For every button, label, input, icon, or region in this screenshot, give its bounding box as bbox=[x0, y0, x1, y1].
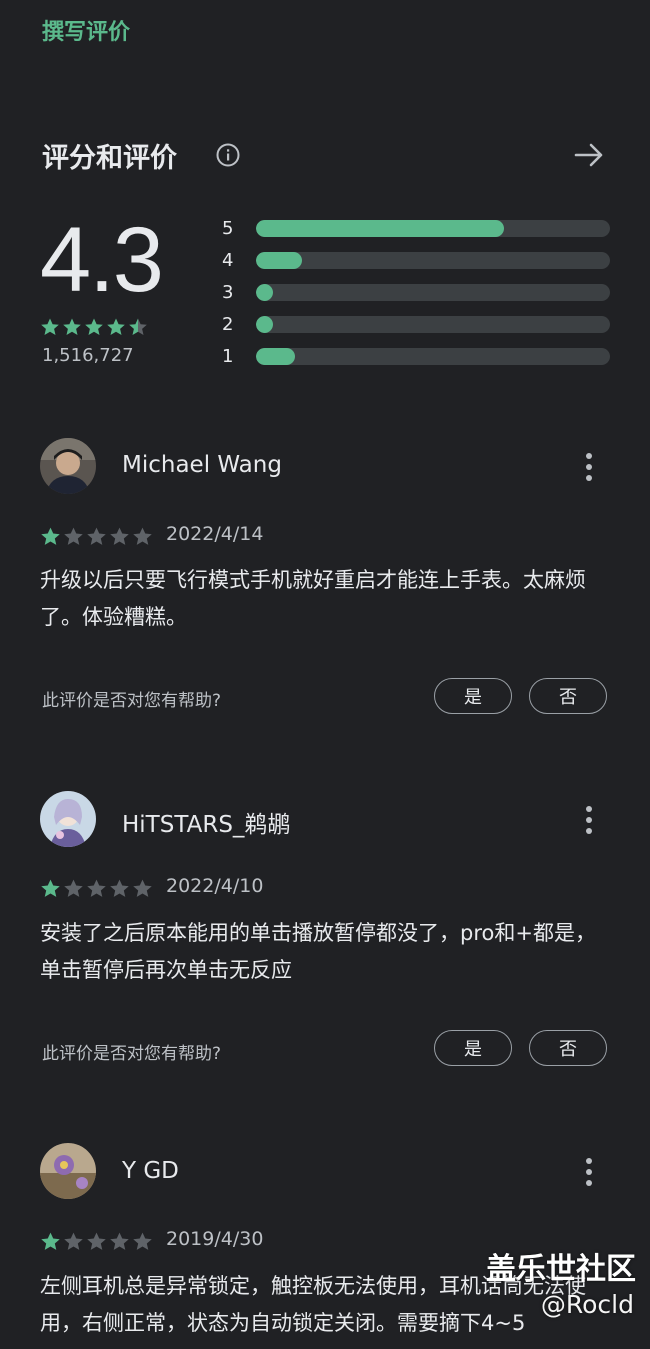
star-icon bbox=[133, 879, 152, 897]
star-icon bbox=[87, 879, 106, 897]
rating-count: 1,516,727 bbox=[42, 345, 134, 366]
helpful-no-button[interactable]: 否 bbox=[529, 1030, 607, 1066]
bar-fill bbox=[256, 219, 504, 237]
bar-fill bbox=[256, 315, 273, 333]
star-icon bbox=[41, 318, 59, 335]
more-vert-icon[interactable] bbox=[578, 803, 600, 837]
helpful-yes-button[interactable]: 是 bbox=[434, 1030, 512, 1066]
review-stars bbox=[40, 878, 153, 899]
watermark-handle: @Rocld bbox=[540, 1290, 634, 1319]
more-vert-icon[interactable] bbox=[578, 450, 600, 484]
rating-bar-row: 4 bbox=[222, 244, 610, 276]
review-date: 2022/4/10 bbox=[166, 875, 264, 897]
bar-track bbox=[256, 283, 610, 301]
rating-bar-row: 5 bbox=[222, 212, 610, 244]
more-vert-icon[interactable] bbox=[578, 1155, 600, 1189]
bar-track bbox=[256, 347, 610, 365]
review-stars bbox=[40, 526, 153, 547]
star-icon bbox=[107, 318, 125, 335]
reviewer-name: Michael Wang bbox=[122, 452, 282, 478]
star-icon bbox=[110, 1232, 129, 1250]
avatar[interactable] bbox=[40, 438, 96, 494]
review-text: 安装了之后原本能用的单击播放暂停都没了，pro和+都是，单击暂停后再次单击无反应 bbox=[40, 921, 596, 982]
bar-label: 4 bbox=[222, 249, 234, 271]
star-icon bbox=[64, 1232, 83, 1250]
star-icon bbox=[41, 879, 60, 897]
star-icon bbox=[87, 1232, 106, 1250]
star-icon bbox=[41, 527, 60, 545]
star-icon bbox=[129, 318, 147, 335]
review-date: 2019/4/30 bbox=[166, 1228, 264, 1250]
star-icon bbox=[133, 527, 152, 545]
avatar[interactable] bbox=[40, 791, 96, 847]
bar-label: 2 bbox=[222, 313, 234, 335]
rating-bar-row: 3 bbox=[222, 276, 610, 308]
bar-label: 1 bbox=[222, 345, 234, 367]
average-rating: 4.3 bbox=[40, 209, 164, 311]
review-text: 升级以后只要飞行模式手机就好重启才能连上手表。太麻烦了。体验糟糕。 bbox=[40, 568, 586, 629]
ratings-section-title: 评分和评价 bbox=[42, 143, 177, 174]
bar-track bbox=[256, 219, 610, 237]
star-icon bbox=[64, 527, 83, 545]
watermark-title: 盖乐世社区 bbox=[486, 1252, 636, 1287]
bar-track bbox=[256, 315, 610, 333]
helpful-question: 此评价是否对您有帮助? bbox=[42, 1044, 222, 1064]
review-date: 2022/4/14 bbox=[166, 523, 264, 545]
write-review-link[interactable]: 撰写评价 bbox=[42, 14, 130, 46]
bar-fill bbox=[256, 283, 273, 301]
average-stars bbox=[40, 317, 148, 337]
star-icon bbox=[110, 879, 129, 897]
bar-label: 3 bbox=[222, 281, 234, 303]
bar-fill bbox=[256, 251, 303, 269]
star-icon bbox=[133, 1232, 152, 1250]
bar-label: 5 bbox=[222, 217, 234, 239]
bar-track bbox=[256, 251, 610, 269]
info-icon[interactable] bbox=[215, 142, 241, 168]
avatar[interactable] bbox=[40, 1143, 96, 1199]
reviewer-name: HiTSTARS_鹈鹕 bbox=[122, 812, 291, 838]
review-stars bbox=[40, 1231, 153, 1252]
helpful-question: 此评价是否对您有帮助? bbox=[42, 691, 222, 711]
reviewer-name: Y GD bbox=[122, 1158, 179, 1184]
arrow-right-icon[interactable] bbox=[572, 138, 606, 172]
star-icon bbox=[85, 318, 103, 335]
star-icon bbox=[63, 318, 81, 335]
star-icon bbox=[110, 527, 129, 545]
star-icon bbox=[87, 527, 106, 545]
rating-bar-row: 2 bbox=[222, 308, 610, 340]
helpful-no-button[interactable]: 否 bbox=[529, 678, 607, 714]
bar-fill bbox=[256, 347, 295, 365]
helpful-yes-button[interactable]: 是 bbox=[434, 678, 512, 714]
rating-distribution: 5 4 3 2 1 bbox=[222, 212, 610, 372]
rating-bar-row: 1 bbox=[222, 340, 610, 372]
star-icon bbox=[64, 879, 83, 897]
star-icon bbox=[41, 1232, 60, 1250]
